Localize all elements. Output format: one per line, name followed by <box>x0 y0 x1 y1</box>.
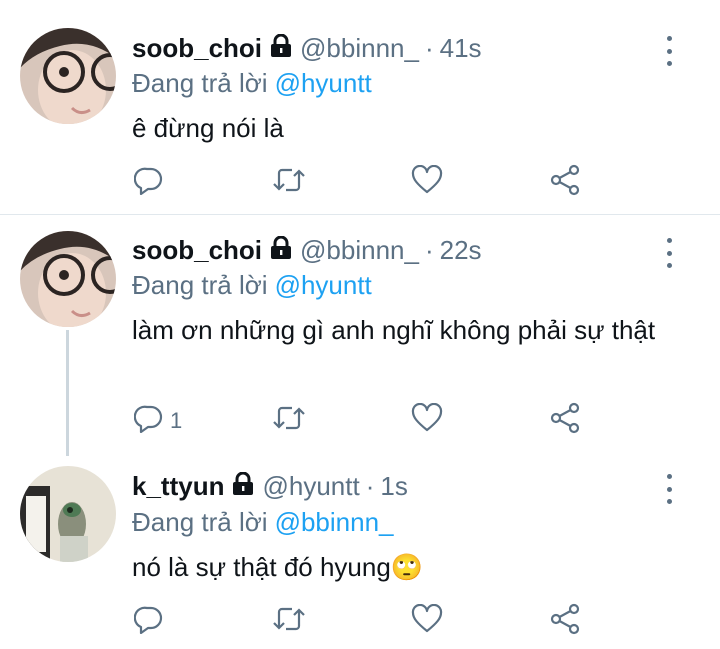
replying-to: Đang trả lời @bbinnn_ <box>132 507 394 538</box>
comment-icon <box>133 165 164 201</box>
share-icon <box>549 603 581 641</box>
username[interactable]: @bbinnn_ <box>300 235 419 266</box>
avatar[interactable] <box>20 231 116 327</box>
share-icon <box>549 402 581 440</box>
tweet-text: ê đừng nói là <box>132 113 284 143</box>
display-name[interactable]: soob_choi <box>132 235 262 266</box>
retweet-icon <box>272 604 306 640</box>
replying-to-label: Đang trả lời <box>132 68 268 98</box>
share-icon <box>549 164 581 202</box>
timestamp[interactable]: 1s <box>380 471 407 502</box>
mention-link[interactable]: @bbinnn_ <box>275 507 394 537</box>
retweet-button[interactable] <box>272 166 306 200</box>
replying-to: Đang trả lời @hyuntt <box>132 68 372 99</box>
avatar[interactable] <box>20 466 116 562</box>
username[interactable]: @bbinnn_ <box>300 33 419 64</box>
reply-count: 1 <box>170 408 183 433</box>
like-button[interactable] <box>411 603 443 640</box>
like-button[interactable] <box>411 164 443 201</box>
comment-icon <box>133 604 164 640</box>
timestamp[interactable]: 41s <box>440 33 482 64</box>
retweet-button[interactable] <box>272 404 306 438</box>
more-vertical-icon[interactable] <box>656 36 682 66</box>
separator: · <box>424 32 434 63</box>
more-vertical-icon[interactable] <box>656 238 682 268</box>
lock-icon <box>270 33 292 63</box>
comment-icon <box>133 403 164 439</box>
share-button[interactable] <box>549 164 581 202</box>
tweet-header: soob_choi @bbinnn_ · 22s <box>132 233 482 267</box>
reply-button[interactable] <box>133 604 170 640</box>
display-name[interactable]: k_ttyun <box>132 471 224 502</box>
retweet-icon <box>272 403 306 439</box>
replying-to-label: Đang trả lời <box>132 507 268 537</box>
share-button[interactable] <box>549 603 581 641</box>
tweet[interactable]: soob_choi @bbinnn_ · 41s Đang trả lời @hy… <box>0 0 720 214</box>
separator: · <box>424 234 434 265</box>
like-button[interactable] <box>411 402 443 439</box>
tweet-text: làm ơn những gì anh nghĩ không phải sự t… <box>132 315 656 345</box>
heart-icon <box>411 603 443 640</box>
separator: · <box>365 470 375 501</box>
tweet-header: soob_choi @bbinnn_ · 41s <box>132 31 482 65</box>
replying-to: Đang trả lời @hyuntt <box>132 270 372 301</box>
display-name[interactable]: soob_choi <box>132 33 262 64</box>
retweet-icon <box>272 165 306 201</box>
retweet-button[interactable] <box>272 605 306 639</box>
reply-button[interactable]: 1 <box>133 403 183 439</box>
avatar[interactable] <box>20 28 116 124</box>
replying-to-label: Đang trả lời <box>132 270 268 300</box>
share-button[interactable] <box>549 402 581 440</box>
reply-button[interactable] <box>133 165 170 201</box>
mention-link[interactable]: @hyuntt <box>275 270 372 300</box>
lock-icon <box>232 471 254 501</box>
lock-icon <box>270 235 292 265</box>
username[interactable]: @hyuntt <box>262 471 359 502</box>
tweet[interactable]: k_ttyun @hyuntt · 1s Đang trả lời @bbinnn… <box>0 450 720 649</box>
mention-link[interactable]: @hyuntt <box>275 68 372 98</box>
heart-icon <box>411 402 443 439</box>
heart-icon <box>411 164 443 201</box>
timestamp[interactable]: 22s <box>440 235 482 266</box>
more-vertical-icon[interactable] <box>656 474 682 504</box>
tweet-text: nó là sự thật đó hyung🙄 <box>132 552 424 582</box>
tweet[interactable]: soob_choi @bbinnn_ · 22s Đang trả lời @hy… <box>0 215 720 450</box>
tweet-header: k_ttyun @hyuntt · 1s <box>132 469 408 503</box>
